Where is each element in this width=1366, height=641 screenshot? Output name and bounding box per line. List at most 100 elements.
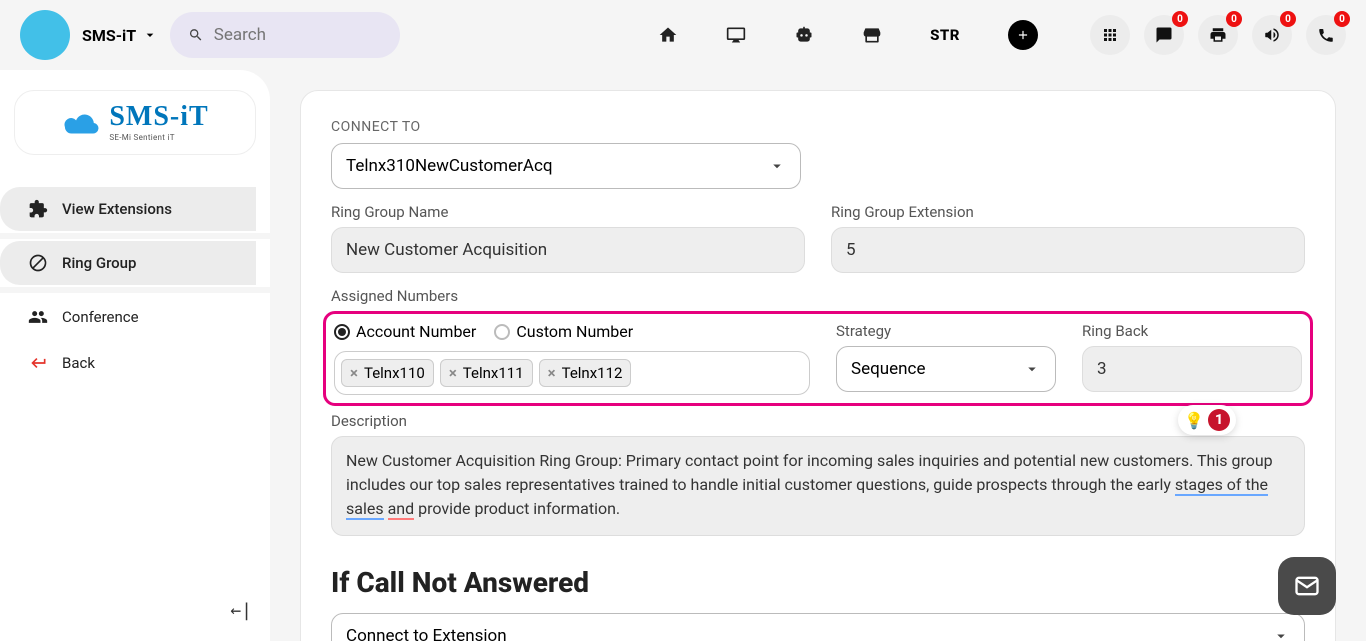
sidebar-item-label: Conference [62,308,139,326]
logo-subtitle: SE-Mi Sentient iT [109,133,208,142]
chip: × Telnx112 [539,359,632,387]
strategy-label: Strategy [836,322,1056,340]
chip-remove-icon[interactable]: × [548,364,556,382]
desc-text [384,499,388,518]
collapse-sidebar-button[interactable]: ←| [230,600,252,621]
ring-back-label: Ring Back [1082,322,1302,340]
desc-text: New Customer Acquisition Ring Group: Pri… [346,451,1273,494]
logo-card[interactable]: SMS-iT SE-Mi Sentient iT [14,90,256,155]
sidebar-nav: View Extensions Ring Group Conference Ba… [14,179,256,387]
lightbulb-icon: 💡 [1184,411,1204,430]
add-button[interactable] [1008,20,1038,50]
radio-label: Account Number [356,322,476,341]
chip: × Telnx110 [341,359,434,387]
chip-label: Telnx110 [364,364,425,382]
storefront-icon[interactable] [862,25,882,45]
radio-label: Custom Number [516,322,633,341]
sidebar-item-conference[interactable]: Conference [0,295,256,339]
top-nav-icons: STR [658,20,1038,50]
chevron-down-icon [1023,360,1041,378]
desc-text: provide product information. [414,499,620,518]
description-label: Description [331,412,1305,430]
announce-button[interactable]: 0 [1252,15,1292,55]
content-area: CONNECT TO Telnx310NewCustomerAcq Ring G… [270,70,1366,641]
scrollbar[interactable] [1344,0,1364,571]
circle-slash-icon [28,253,48,273]
ring-group-name-label: Ring Group Name [331,203,805,221]
print-button[interactable]: 0 [1198,15,1238,55]
mail-fab-button[interactable] [1278,557,1336,615]
megaphone-icon [1263,26,1281,44]
header-right-icons: 0 0 0 0 [1090,15,1346,55]
if-not-answered-value: Connect to Extension [346,626,507,641]
search-field[interactable] [170,12,400,58]
plus-icon [1016,28,1030,42]
desktop-icon[interactable] [726,25,746,45]
puzzle-icon [28,199,48,219]
apps-icon [1101,26,1119,44]
announce-badge: 0 [1280,11,1296,27]
chevron-down-icon [142,27,158,43]
chip-remove-icon[interactable]: × [449,364,457,382]
apps-button[interactable] [1090,15,1130,55]
sidebar: SMS-iT SE-Mi Sentient iT View Extensions… [0,70,270,641]
robot-icon[interactable] [794,25,814,45]
sidebar-item-label: Ring Group [62,254,136,272]
home-icon[interactable] [658,25,678,45]
chip: × Telnx111 [440,359,533,387]
radio-dot-icon [334,324,350,340]
str-label[interactable]: STR [930,26,960,44]
brand-label: SMS-iT [82,26,136,45]
ring-group-name-input[interactable] [331,227,805,273]
chevron-down-icon [768,157,786,175]
ring-group-ext-label: Ring Group Extension [831,203,1305,221]
ring-back-input[interactable] [1082,346,1302,392]
print-badge: 0 [1226,11,1242,27]
chip-label: Telnx111 [463,364,524,382]
sidebar-item-ring-group[interactable]: Ring Group [0,241,256,285]
number-type-radio-group: Account Number Custom Number [334,322,810,341]
cloud-icon [61,109,103,137]
phone-button[interactable]: 0 [1306,15,1346,55]
sidebar-item-label: View Extensions [62,200,172,218]
search-icon [188,26,204,44]
topbar: SMS-iT STR 0 0 0 [0,0,1366,70]
printer-icon [1209,26,1227,44]
avatar[interactable] [20,10,70,60]
strategy-select[interactable]: Sequence [836,346,1056,392]
assigned-numbers-label: Assigned Numbers [331,287,1305,305]
logo-text: SMS-iT [109,103,208,131]
spellcheck-red: and [388,499,415,520]
search-input[interactable] [214,25,382,45]
chat-icon [1155,26,1173,44]
chip-remove-icon[interactable]: × [350,364,358,382]
floating-widgets: 💡 1 [1278,557,1336,615]
chevron-down-icon [1272,627,1290,641]
sidebar-item-view-extensions[interactable]: View Extensions [0,187,256,231]
connect-to-label: CONNECT TO [331,119,1305,135]
radio-custom-number[interactable]: Custom Number [494,322,633,341]
suggestion-count: 1 [1208,409,1230,431]
ring-group-form-card: CONNECT TO Telnx310NewCustomerAcq Ring G… [300,90,1336,641]
ring-group-ext-input[interactable] [831,227,1305,273]
back-arrow-icon [28,353,48,373]
chip-label: Telnx112 [562,364,623,382]
if-not-answered-heading: If Call Not Answered [331,566,1305,599]
highlighted-section: Account Number Custom Number × Telnx110 ×… [323,311,1313,406]
mail-icon [1293,572,1321,600]
users-icon [28,307,48,327]
brand-dropdown[interactable]: SMS-iT [82,26,158,45]
chat-button[interactable]: 0 [1144,15,1184,55]
assigned-numbers-input[interactable]: × Telnx110 × Telnx111 × Telnx112 [334,351,810,395]
chat-badge: 0 [1172,11,1188,27]
description-textarea[interactable]: New Customer Acquisition Ring Group: Pri… [331,436,1305,536]
connect-to-select[interactable]: Telnx310NewCustomerAcq [331,143,801,189]
suggestion-widget[interactable]: 💡 1 [1178,405,1236,435]
connect-to-value: Telnx310NewCustomerAcq [346,156,553,176]
phone-icon [1317,26,1335,44]
radio-dot-icon [494,324,510,340]
radio-account-number[interactable]: Account Number [334,322,476,341]
if-not-answered-select[interactable]: Connect to Extension [331,613,1305,641]
sidebar-item-back[interactable]: Back [0,341,256,385]
strategy-value: Sequence [851,359,925,379]
